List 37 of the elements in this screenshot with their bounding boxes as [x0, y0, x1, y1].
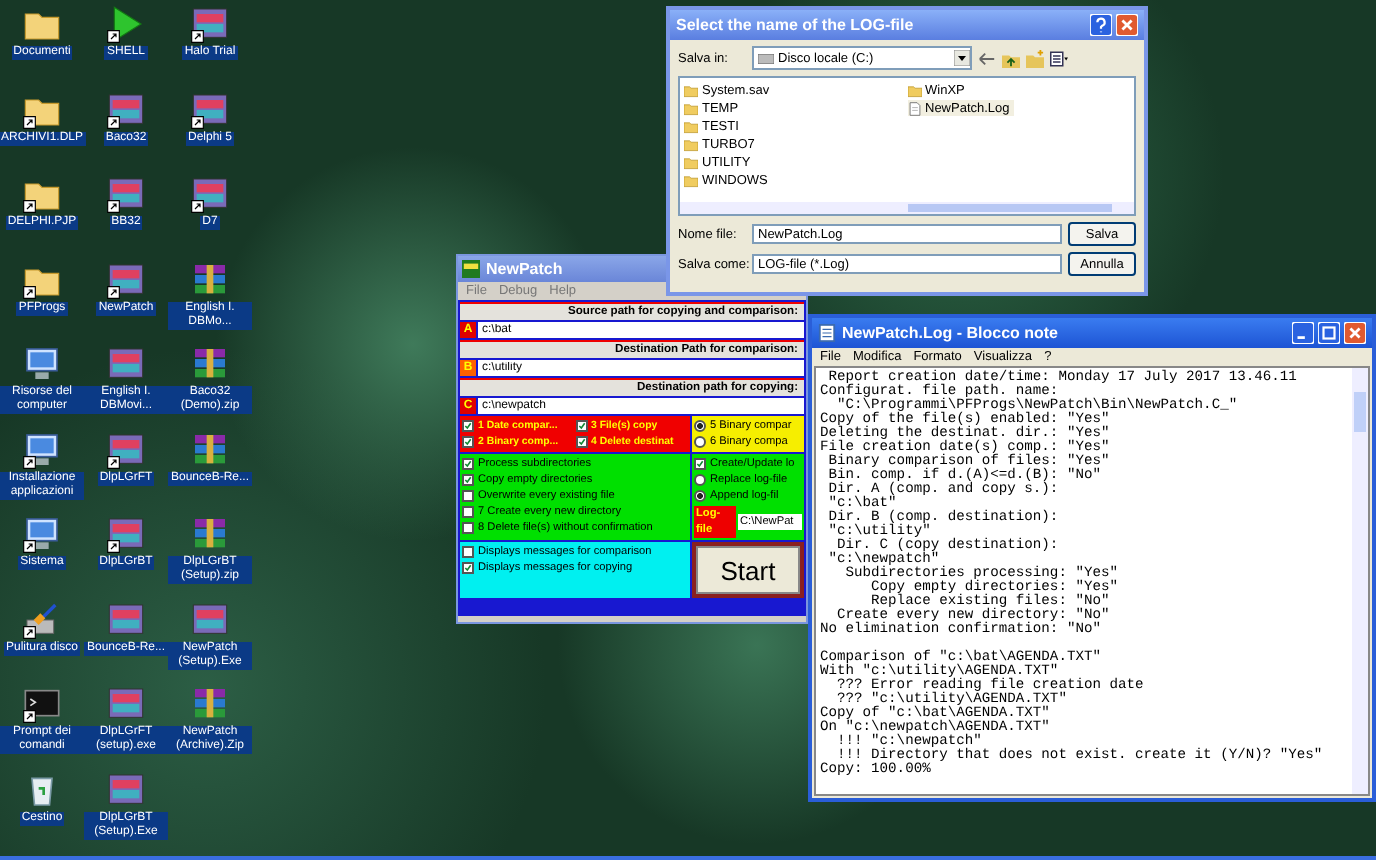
window-title: Select the name of the LOG-file	[676, 16, 914, 34]
app-icon	[462, 260, 480, 278]
archive-icon[interactable]	[190, 429, 230, 469]
vertical-scrollbar[interactable]	[1352, 368, 1368, 794]
play-icon[interactable]	[106, 4, 146, 44]
app-icon[interactable]	[190, 174, 230, 214]
computer-icon[interactable]	[22, 429, 62, 469]
close-icon[interactable]	[1116, 14, 1138, 36]
folder-up-icon[interactable]	[1002, 49, 1020, 67]
console-icon[interactable]	[22, 684, 62, 724]
window-title: NewPatch.Log - Blocco note	[842, 324, 1059, 342]
app-icon[interactable]	[106, 259, 146, 299]
help-icon[interactable]	[1090, 14, 1112, 36]
cleaner-icon[interactable]	[22, 599, 62, 639]
app-icon[interactable]	[106, 514, 146, 554]
document-icon	[907, 101, 921, 115]
start-button[interactable]: Start	[696, 546, 800, 594]
dropdown-arrow-icon	[954, 50, 970, 66]
close-icon[interactable]	[1344, 322, 1366, 344]
checkmark-icon	[464, 564, 472, 572]
maximize-icon[interactable]	[1318, 322, 1340, 344]
app-icon[interactable]	[106, 89, 146, 129]
app-icon[interactable]	[190, 89, 230, 129]
app-icon[interactable]	[106, 174, 146, 214]
horizontal-scrollbar[interactable]	[680, 202, 1134, 214]
computer-icon[interactable]	[22, 514, 62, 554]
app-icon[interactable]	[190, 4, 230, 44]
archive-icon[interactable]	[190, 259, 230, 299]
minimize-icon[interactable]	[1292, 322, 1314, 344]
app-icon[interactable]	[106, 429, 146, 469]
drive-icon	[758, 53, 774, 63]
checkmark-icon	[696, 460, 704, 468]
view-menu-icon[interactable]	[1050, 49, 1068, 67]
window-title: NewPatch	[486, 260, 563, 278]
computer-icon[interactable]	[22, 344, 62, 384]
notepad-icon	[818, 324, 836, 342]
back-arrow-icon[interactable]	[978, 49, 996, 67]
